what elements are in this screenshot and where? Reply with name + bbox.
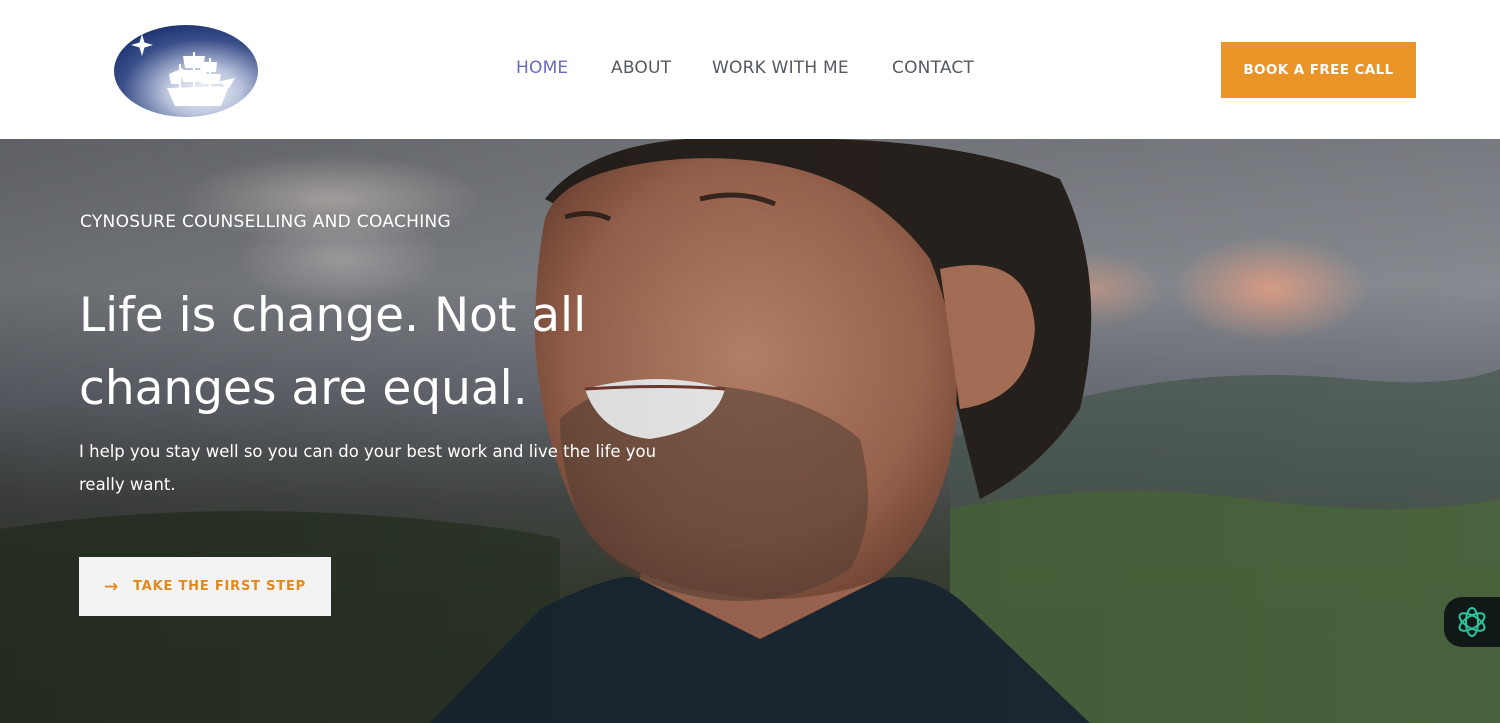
hero-section: CYNOSURE COUNSELLING AND COACHING Life i… (0, 139, 1500, 723)
assistant-sparkle-icon (1458, 607, 1486, 637)
subtitle-line-1: I help you stay well so you can do your … (79, 442, 657, 461)
hero-subtitle: I help you stay well so you can do your … (79, 435, 719, 501)
assistant-widget-button[interactable] (1444, 597, 1500, 647)
nav-about[interactable]: ABOUT (611, 58, 671, 78)
site-header: HOME ABOUT WORK WITH ME CONTACT BOOK A F… (0, 0, 1500, 139)
arrow-right-icon: → (104, 576, 120, 597)
logo[interactable] (113, 24, 260, 118)
headline-line-2: changes are equal. (79, 361, 528, 416)
nav-home[interactable]: HOME (516, 58, 568, 78)
take-first-step-label: TAKE THE FIRST STEP (133, 579, 306, 594)
take-first-step-button[interactable]: → TAKE THE FIRST STEP (79, 557, 331, 616)
headline-line-1: Life is change. Not all (79, 288, 587, 343)
book-free-call-button[interactable]: BOOK A FREE CALL (1221, 42, 1416, 98)
subtitle-line-2: really want. (79, 475, 176, 494)
ship-star-logo-icon (114, 25, 258, 117)
hero-eyebrow: CYNOSURE COUNSELLING AND COACHING (80, 212, 452, 232)
nav-contact[interactable]: CONTACT (892, 58, 974, 78)
nav-work-with-me[interactable]: WORK WITH ME (712, 58, 849, 78)
hero-headline: Life is change. Not all changes are equa… (79, 279, 699, 425)
